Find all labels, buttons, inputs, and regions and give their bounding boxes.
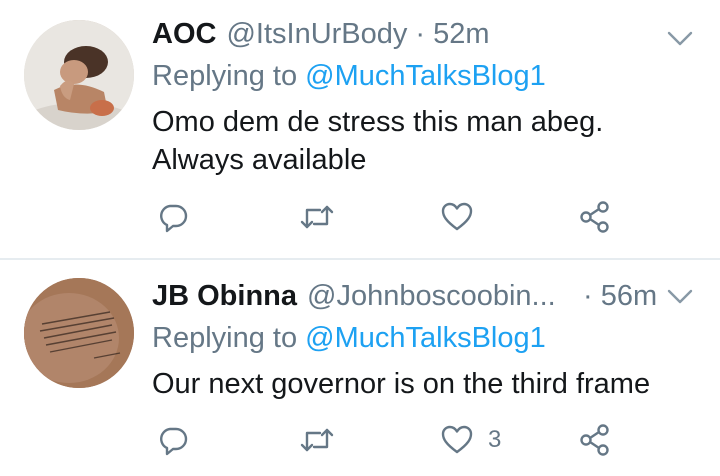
chevron-down-icon[interactable] [666,30,694,48]
reply-button[interactable] [156,420,190,460]
user-handle[interactable]: @Johnboscoobin... [307,280,569,313]
like-button[interactable] [440,197,488,237]
tweet-actions [0,197,720,237]
tweet-text-line: Always available [152,144,367,176]
display-name[interactable]: AOC [152,18,216,51]
replying-to: Replying to @MuchTalksBlog1 [152,60,546,93]
tweet-text: Our next governor is on the third frame [152,365,650,403]
mention-link[interactable]: @MuchTalksBlog1 [305,322,546,354]
separator-dot: · [583,280,593,312]
replying-prefix: Replying to [152,322,306,354]
heart-icon [440,424,474,456]
retweet-icon [298,200,336,234]
like-button[interactable]: 3 [440,420,501,460]
mention-link[interactable]: @MuchTalksBlog1 [305,60,546,92]
retweet-icon [298,423,336,457]
tweet-header: JB Obinna @Johnboscoobin... · 56m [152,280,657,316]
timestamp[interactable]: 56m [601,280,657,313]
like-count: 3 [488,426,502,453]
replying-prefix: Replying to [152,60,306,92]
avatar[interactable] [24,20,134,130]
user-handle[interactable]: @ItsInUrBody [226,18,407,51]
tweet[interactable]: AOC @ItsInUrBody · 52m Replying to @Much… [0,0,720,258]
reply-icon [156,423,190,457]
heart-icon [440,201,474,233]
tweet-text-line: Omo dem de stress this man abeg. [152,106,604,138]
share-button[interactable] [578,420,612,460]
tweet-header: AOC @ItsInUrBody · 52m [152,18,490,54]
tweet-text: Omo dem de stress this man abeg. Always … [152,103,603,179]
separator-dot: · [415,18,426,50]
tweet-text-line: Our next governor is on the third frame [152,368,651,400]
retweet-button[interactable] [298,420,350,460]
tweet[interactable]: JB Obinna @Johnboscoobin... · 56m Replyi… [0,260,720,476]
chevron-down-icon[interactable] [666,288,694,306]
share-icon [578,200,612,234]
share-icon [578,423,612,457]
replying-to: Replying to @MuchTalksBlog1 [152,322,546,355]
tweet-actions: 3 [0,420,720,460]
share-button[interactable] [578,197,612,237]
reply-button[interactable] [156,197,190,237]
avatar[interactable] [24,278,134,388]
retweet-button[interactable] [298,197,350,237]
timestamp[interactable]: 52m [433,18,489,51]
display-name[interactable]: JB Obinna [152,280,297,313]
reply-icon [156,200,190,234]
